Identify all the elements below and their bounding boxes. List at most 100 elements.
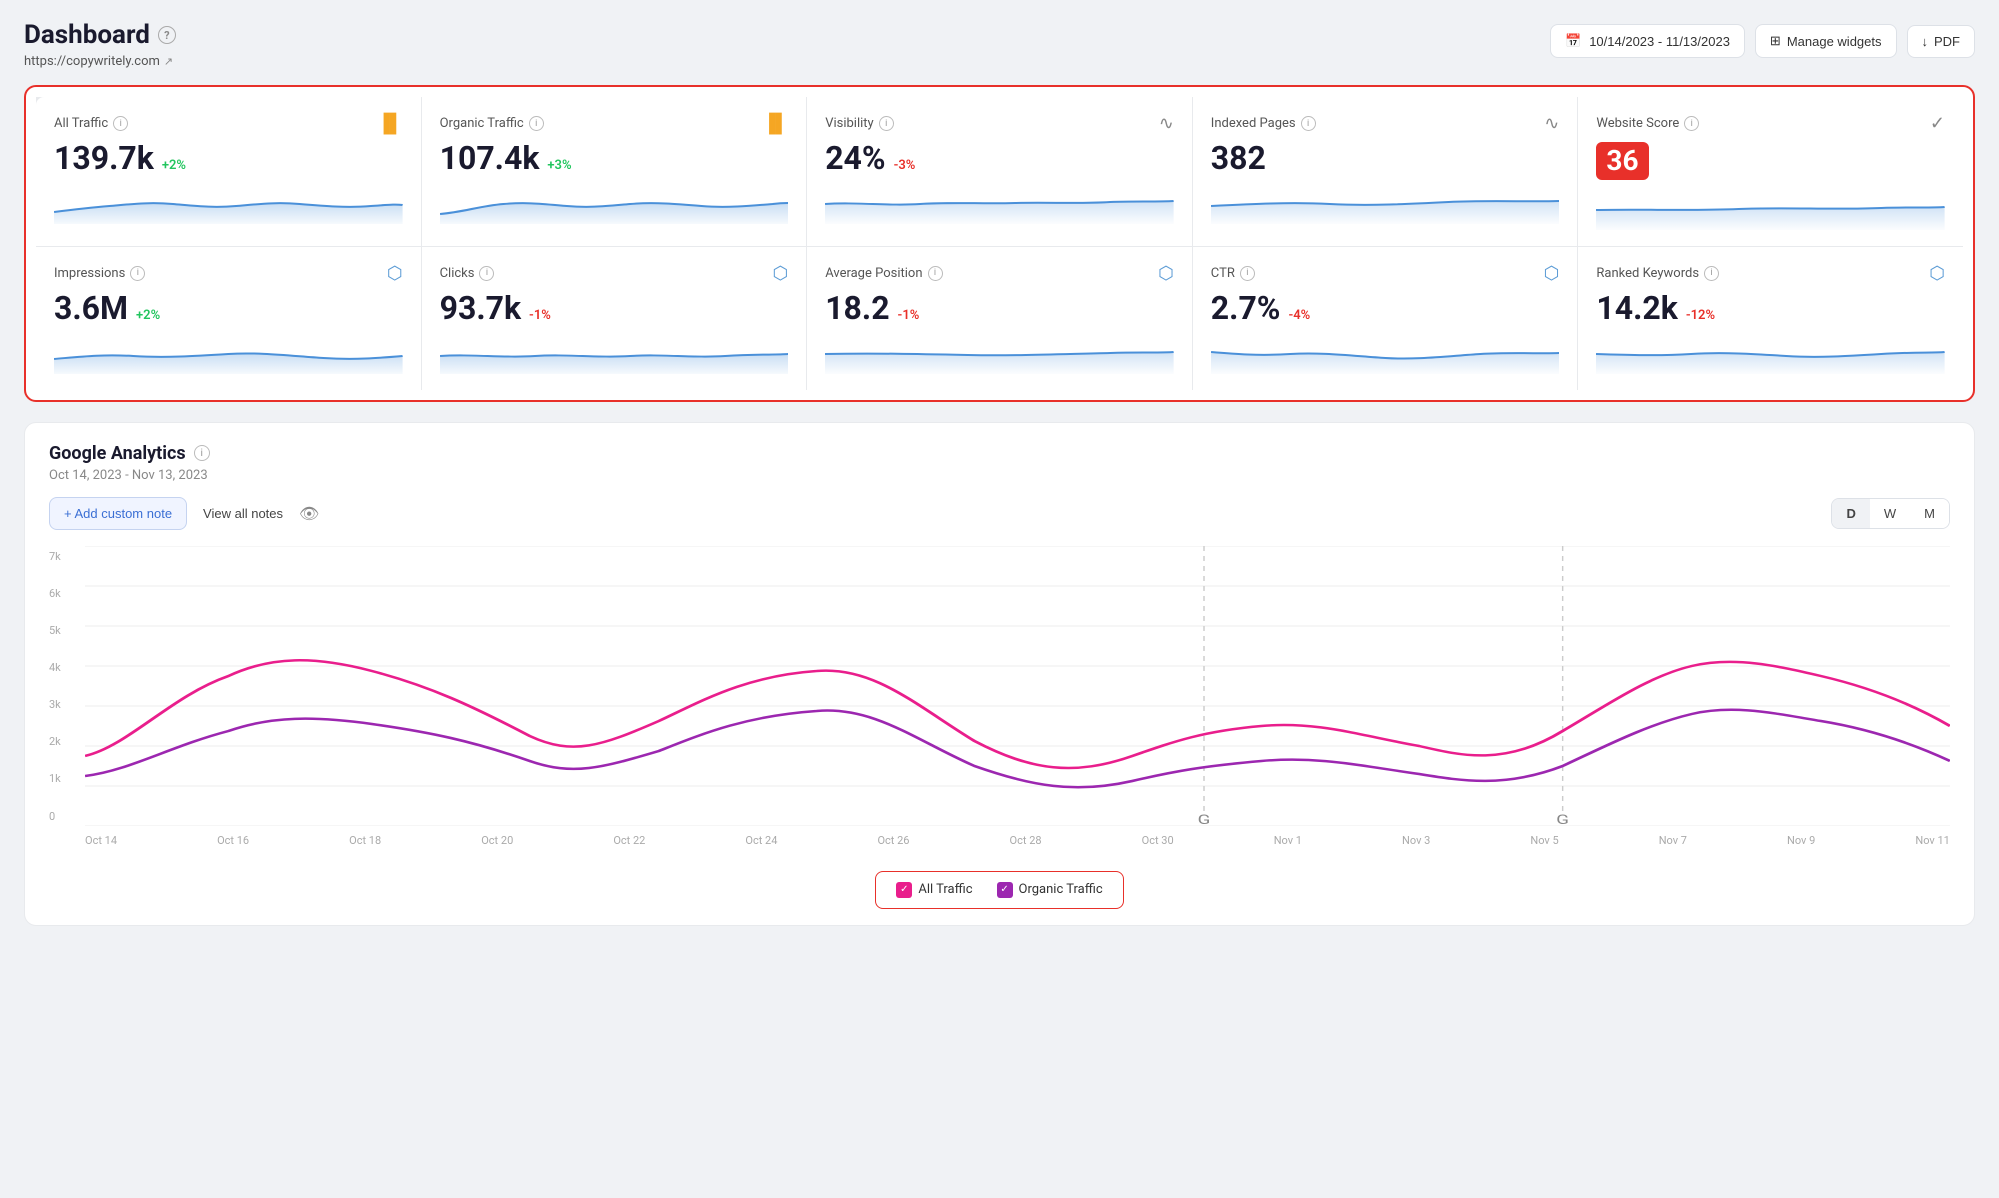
analytics-date: Oct 14, 2023 - Nov 13, 2023: [49, 468, 1950, 483]
add-custom-note-button[interactable]: + Add custom note: [49, 497, 187, 530]
ctr-info-icon[interactable]: i: [1240, 266, 1255, 281]
legend-all-traffic[interactable]: ✓ All Traffic: [896, 882, 972, 898]
ctr-sparkline: [1211, 334, 1560, 374]
metric-card-ranked-keywords[interactable]: Ranked Keywords i ⬡ 14.2k -12%: [1578, 247, 1963, 390]
pdf-label: PDF: [1934, 34, 1960, 49]
metric-card-visibility[interactable]: Visibility i ∿ 24% -3%: [807, 97, 1192, 246]
period-buttons: D W M: [1831, 498, 1950, 529]
site-url: https://copywritely.com ↗: [24, 54, 176, 69]
header-actions: 📅 10/14/2023 - 11/13/2023 ⊞ Manage widge…: [1550, 24, 1975, 58]
period-btn-w[interactable]: W: [1870, 499, 1910, 528]
page-header: Dashboard ? https://copywritely.com ↗ 📅 …: [24, 20, 1975, 69]
metric-card-average-position[interactable]: Average Position i ⬡ 18.2 -1%: [807, 247, 1192, 390]
organic-traffic-change: +3%: [547, 158, 571, 173]
analytics-info-icon[interactable]: i: [194, 445, 210, 461]
ctr-filter-icon: ⬡: [1544, 263, 1560, 284]
indexed-pages-value: 382: [1211, 142, 1266, 174]
metrics-grid: All Traffic i ▐▌ 139.7k +2%: [36, 97, 1963, 390]
ranked-keywords-value: 14.2k: [1596, 292, 1677, 324]
y-axis: 7k 6k 5k 4k 3k 2k 1k 0: [49, 546, 85, 847]
organic-traffic-value: 107.4k: [440, 142, 540, 174]
indexed-pages-info-icon[interactable]: i: [1301, 116, 1316, 131]
organic-traffic-sparkline: [440, 184, 789, 224]
period-btn-m[interactable]: M: [1910, 499, 1949, 528]
visibility-sparkline: [825, 184, 1174, 224]
metric-card-organic-traffic[interactable]: Organic Traffic i ▐▌ 107.4k +3%: [422, 97, 807, 246]
avg-position-change: -1%: [898, 308, 920, 323]
metric-label-visibility: Visibility i: [825, 116, 894, 131]
manage-widgets-label: Manage widgets: [1787, 34, 1882, 49]
page-wrapper: Dashboard ? https://copywritely.com ↗ 📅 …: [0, 0, 1999, 1198]
clicks-info-icon[interactable]: i: [479, 266, 494, 281]
avg-position-info-icon[interactable]: i: [928, 266, 943, 281]
metric-card-website-score[interactable]: Website Score i ✓ 36: [1578, 97, 1963, 246]
impressions-value: 3.6M: [54, 292, 128, 324]
calendar-icon: 📅: [1565, 33, 1581, 49]
main-chart-svg: G G: [85, 546, 1950, 826]
visibility-trend-icon: ∿: [1159, 113, 1174, 134]
analytics-section: Google Analytics i Oct 14, 2023 - Nov 13…: [24, 422, 1975, 926]
pdf-icon: ↓: [1922, 34, 1929, 49]
metric-label-clicks: Clicks i: [440, 266, 495, 281]
ctr-value: 2.7%: [1211, 292, 1281, 324]
metric-label-average-position: Average Position i: [825, 266, 942, 281]
legend-check-all-traffic: ✓: [896, 882, 912, 898]
all-traffic-info-icon[interactable]: i: [113, 116, 128, 131]
clicks-value: 93.7k: [440, 292, 521, 324]
visibility-info-icon[interactable]: i: [879, 116, 894, 131]
indexed-pages-trend-icon: ∿: [1544, 113, 1559, 134]
ranked-keywords-sparkline: [1596, 334, 1945, 374]
impressions-filter-icon: ⬡: [387, 263, 403, 284]
metric-card-all-traffic[interactable]: All Traffic i ▐▌ 139.7k +2%: [36, 97, 421, 246]
metric-label-indexed-pages: Indexed Pages i: [1211, 116, 1316, 131]
date-range-text: 10/14/2023 - 11/13/2023: [1589, 34, 1730, 49]
indexed-pages-sparkline: [1211, 184, 1560, 224]
period-btn-d[interactable]: D: [1832, 499, 1869, 528]
pdf-button[interactable]: ↓ PDF: [1907, 25, 1976, 58]
title-info-icon[interactable]: ?: [158, 26, 176, 44]
legend-container: ✓ All Traffic ✓ Organic Traffic: [49, 863, 1950, 909]
avg-position-sparkline: [825, 334, 1174, 374]
website-score-check-icon: ✓: [1930, 113, 1945, 134]
metric-label-website-score: Website Score i: [1596, 116, 1699, 131]
organic-traffic-info-icon[interactable]: i: [529, 116, 544, 131]
metric-label-organic-traffic: Organic Traffic i: [440, 116, 544, 131]
metric-card-clicks[interactable]: Clicks i ⬡ 93.7k -1%: [422, 247, 807, 390]
ctr-change: -4%: [1288, 308, 1310, 323]
metric-card-indexed-pages[interactable]: Indexed Pages i ∿ 382: [1193, 97, 1578, 246]
toolbar-left: + Add custom note View all notes 👁: [49, 497, 319, 530]
analytics-toolbar: + Add custom note View all notes 👁 D W M: [49, 497, 1950, 530]
site-url-link[interactable]: https://copywritely.com: [24, 54, 160, 69]
impressions-sparkline: [54, 334, 403, 374]
chart-legend: ✓ All Traffic ✓ Organic Traffic: [875, 871, 1123, 909]
metric-card-impressions[interactable]: Impressions i ⬡ 3.6M +2%: [36, 247, 421, 390]
all-traffic-bar-chart-icon: ▐▌: [377, 113, 403, 134]
all-traffic-change: +2%: [162, 158, 186, 173]
ranked-keywords-change: -12%: [1686, 308, 1715, 323]
eye-icon[interactable]: 👁: [299, 504, 319, 523]
metric-card-ctr[interactable]: CTR i ⬡ 2.7% -4%: [1193, 247, 1578, 390]
metric-label-all-traffic: All Traffic i: [54, 116, 128, 131]
impressions-change: +2%: [136, 308, 160, 323]
ranked-keywords-info-icon[interactable]: i: [1704, 266, 1719, 281]
chart-area: 7k 6k 5k 4k 3k 2k 1k 0: [49, 546, 1950, 847]
legend-organic-traffic[interactable]: ✓ Organic Traffic: [997, 882, 1103, 898]
website-score-info-icon[interactable]: i: [1684, 116, 1699, 131]
ranked-keywords-filter-icon: ⬡: [1929, 263, 1945, 284]
date-range-button[interactable]: 📅 10/14/2023 - 11/13/2023: [1550, 24, 1745, 58]
manage-widgets-button[interactable]: ⊞ Manage widgets: [1755, 24, 1897, 58]
visibility-value: 24%: [825, 142, 885, 174]
avg-position-filter-icon: ⬡: [1158, 263, 1174, 284]
title-text: Dashboard: [24, 20, 150, 50]
website-score-sparkline: [1596, 190, 1945, 230]
clicks-sparkline: [440, 334, 789, 374]
impressions-info-icon[interactable]: i: [130, 266, 145, 281]
legend-label-all-traffic: All Traffic: [918, 882, 972, 897]
organic-traffic-bar-chart-icon: ▐▌: [763, 113, 789, 134]
x-axis-labels: Oct 14 Oct 16 Oct 18 Oct 20 Oct 22 Oct 2…: [85, 830, 1950, 847]
view-all-notes-button[interactable]: View all notes: [203, 506, 283, 521]
all-traffic-value: 139.7k: [54, 142, 154, 174]
avg-position-value: 18.2: [825, 292, 889, 324]
metrics-grid-wrapper: All Traffic i ▐▌ 139.7k +2%: [24, 85, 1975, 402]
legend-label-organic-traffic: Organic Traffic: [1019, 882, 1103, 897]
